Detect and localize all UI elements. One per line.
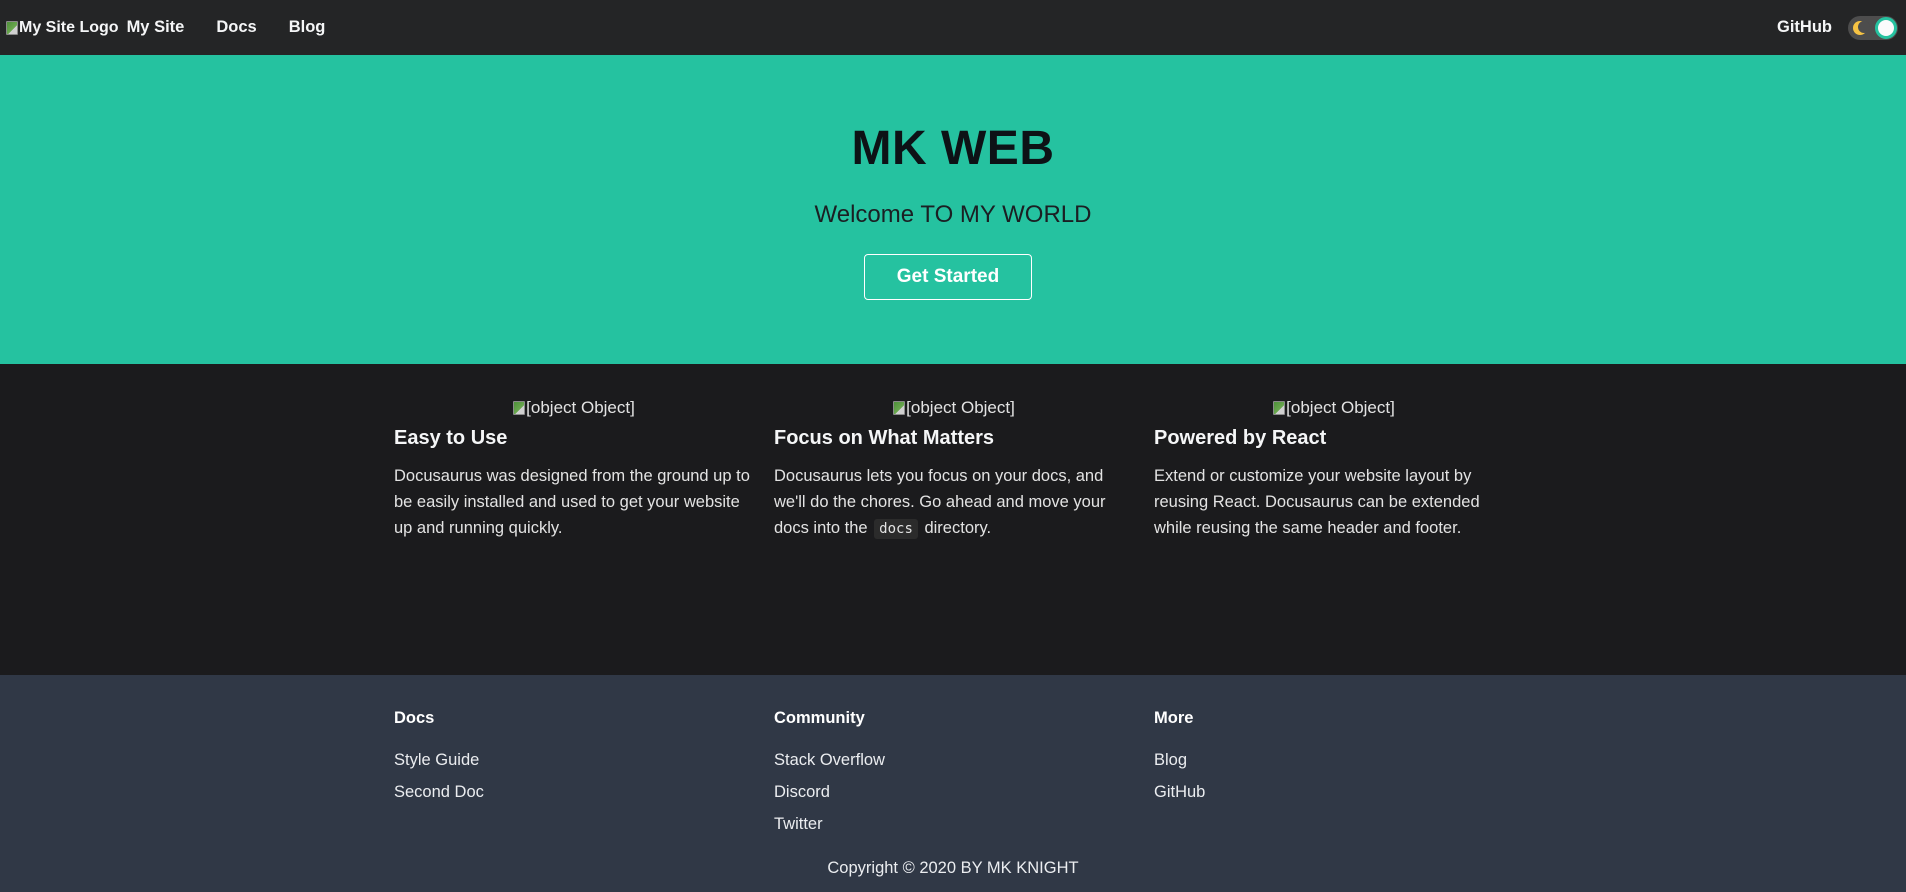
footer-column-title: Community xyxy=(774,709,865,727)
navbar-brand[interactable]: My Site Logo My Site xyxy=(6,14,184,42)
feature-easy-to-use: [object Object] Easy to Use Docusaurus w… xyxy=(394,397,754,541)
copyright-text: Copyright © 2020 BY MK KNIGHT xyxy=(827,859,1079,877)
footer-link-github[interactable]: GitHub xyxy=(1154,781,1514,813)
feature-image-alt: [object Object] xyxy=(906,398,1015,417)
footer-link-second-doc[interactable]: Second Doc xyxy=(394,781,754,813)
feature-focus-on-what-matters: [object Object] Focus on What Matters Do… xyxy=(774,397,1134,542)
features-section: [object Object] Easy to Use Docusaurus w… xyxy=(0,364,1906,675)
feature-title: Focus on What Matters xyxy=(774,427,995,449)
nav-link-docs[interactable]: Docs xyxy=(216,18,256,37)
footer-column-docs: Docs Style Guide Second Doc xyxy=(394,709,754,813)
broken-image-icon xyxy=(513,401,526,415)
footer-link-blog[interactable]: Blog xyxy=(1154,749,1514,781)
feature-image: [object Object] xyxy=(774,397,1134,419)
feature-description: Extend or customize your website layout … xyxy=(1154,467,1480,537)
hero-subtitle: Welcome TO MY WORLD xyxy=(814,201,1092,228)
hero-title: MK WEB xyxy=(851,122,1055,175)
feature-image: [object Object] xyxy=(394,397,754,419)
feature-description-text-end: directory. xyxy=(924,519,992,537)
hero-banner: MK WEB Welcome TO MY WORLD Get Started xyxy=(0,55,1906,364)
feature-description: Docusaurus lets you focus on your docs, … xyxy=(774,463,1134,542)
nav-link-github[interactable]: GitHub xyxy=(1777,18,1832,37)
footer-link-discord[interactable]: Discord xyxy=(774,781,1134,813)
feature-image-alt: [object Object] xyxy=(526,398,635,417)
footer-column-title: More xyxy=(1154,709,1194,727)
site-logo-alt-text: My Site Logo xyxy=(19,18,119,36)
footer-column-more: More Blog GitHub xyxy=(1154,709,1514,813)
site-logo-image[interactable]: My Site Logo xyxy=(6,14,119,42)
nav-link-blog[interactable]: Blog xyxy=(289,18,326,37)
broken-image-icon xyxy=(6,20,18,35)
footer-link-list: Stack Overflow Discord Twitter xyxy=(774,749,1134,845)
footer-link-style-guide[interactable]: Style Guide xyxy=(394,749,754,781)
footer-column-title: Docs xyxy=(394,709,435,727)
footer-link-stack-overflow[interactable]: Stack Overflow xyxy=(774,749,1134,781)
feature-title: Powered by React xyxy=(1154,427,1327,449)
broken-image-icon xyxy=(893,401,906,415)
moon-icon xyxy=(1853,20,1870,35)
footer: Docs Style Guide Second Doc Community St… xyxy=(0,675,1906,892)
feature-image-alt: [object Object] xyxy=(1286,398,1395,417)
footer-link-twitter[interactable]: Twitter xyxy=(774,813,1134,845)
toggle-knob xyxy=(1875,16,1897,39)
feature-title: Easy to Use xyxy=(394,427,508,449)
feature-powered-by-react: [object Object] Powered by React Extend … xyxy=(1154,397,1514,541)
feature-description: Docusaurus was designed from the ground … xyxy=(394,467,750,537)
get-started-button[interactable]: Get Started xyxy=(864,254,1032,300)
feature-image: [object Object] xyxy=(1154,397,1514,419)
footer-column-community: Community Stack Overflow Discord Twitter xyxy=(774,709,1134,845)
footer-link-list: Blog GitHub xyxy=(1154,749,1514,813)
navbar: My Site Logo My Site Docs Blog GitHub xyxy=(0,0,1906,55)
footer-link-list: Style Guide Second Doc xyxy=(394,749,754,813)
theme-toggle[interactable] xyxy=(1848,15,1898,40)
site-title[interactable]: My Site xyxy=(127,18,185,37)
broken-image-icon xyxy=(1273,401,1286,415)
navbar-right: GitHub xyxy=(1777,15,1900,40)
docs-code-snippet: docs xyxy=(874,519,918,539)
